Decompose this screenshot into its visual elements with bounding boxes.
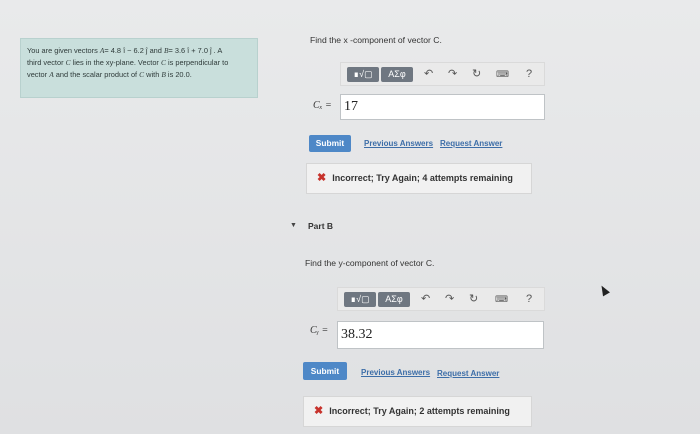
part-a-request-answer-link[interactable]: Request Answer	[440, 139, 502, 148]
page: You are given vectors A= 4.8 î − 6.2 ĵ a…	[0, 0, 700, 434]
problem-statement: You are given vectors A= 4.8 î − 6.2 ĵ a…	[20, 38, 258, 98]
part-a-submit-button[interactable]: Submit	[309, 135, 351, 152]
symbols-button[interactable]: ΑΣφ	[378, 292, 410, 307]
problem-text: vector	[27, 70, 50, 79]
problem-text: = 4.8 î − 6.2 ĵ and	[104, 46, 164, 55]
part-b-request-answer-link[interactable]: Request Answer	[437, 369, 499, 378]
incorrect-icon: ✖	[317, 172, 327, 184]
part-b-feedback: ✖ Incorrect; Try Again; 2 attempts remain…	[303, 396, 532, 427]
part-b-title: Part B	[308, 221, 334, 231]
redo-icon[interactable]: ↷	[445, 292, 454, 307]
part-a-previous-answers-link[interactable]: Previous Answers	[364, 139, 433, 148]
part-a-feedback: ✖ Incorrect; Try Again; 4 attempts remain…	[306, 163, 532, 194]
templates-button[interactable]: ∎√▢	[347, 67, 379, 82]
keyboard-icon[interactable]: ⌨	[495, 292, 508, 307]
problem-text: is 20.0.	[165, 70, 192, 79]
help-button[interactable]: ?	[526, 292, 532, 307]
part-a-math-toolbar: ∎√▢ ΑΣφ ↶ ↷ ↻ ⌨ ?	[340, 62, 545, 86]
undo-icon[interactable]: ↶	[424, 67, 433, 82]
templates-button[interactable]: ∎√▢	[344, 292, 376, 307]
part-b-feedback-text: Incorrect; Try Again; 2 attempts remaini…	[329, 406, 510, 416]
part-a-answer-input[interactable]: 17	[340, 94, 545, 120]
reset-icon[interactable]: ↻	[472, 67, 481, 82]
part-a-feedback-text: Incorrect; Try Again; 4 attempts remaini…	[332, 173, 513, 183]
help-button[interactable]: ?	[526, 67, 532, 82]
redo-icon[interactable]: ↷	[448, 67, 457, 82]
part-b-answer-label: Cᵧ =	[310, 325, 329, 336]
incorrect-icon: ✖	[314, 405, 324, 417]
problem-text: third vector	[27, 58, 66, 67]
part-b-submit-button[interactable]: Submit	[303, 362, 347, 380]
reset-icon[interactable]: ↻	[469, 292, 478, 307]
part-a-prompt: Find the x -component of vector C.	[310, 35, 442, 45]
part-b-math-toolbar: ∎√▢ ΑΣφ ↶ ↷ ↻ ⌨ ?	[337, 287, 545, 311]
part-b-previous-answers-link[interactable]: Previous Answers	[361, 368, 430, 377]
part-a-answer-label: Cₓ =	[313, 100, 332, 111]
problem-text: You are given vectors	[27, 46, 100, 55]
problem-text: and the scalar product of	[53, 70, 140, 79]
problem-text: lies in the xy-plane. Vector	[70, 58, 161, 67]
symbols-button[interactable]: ΑΣφ	[381, 67, 413, 82]
part-b-answer-input[interactable]: 38.32	[337, 321, 544, 349]
mouse-cursor-icon	[598, 283, 610, 297]
part-b-prompt: Find the y-component of vector C.	[305, 258, 435, 268]
problem-text: = 3.6 î + 7.0 ĵ . A	[168, 46, 223, 55]
problem-text: with	[144, 70, 162, 79]
collapse-caret-icon[interactable]: ▼	[290, 222, 297, 229]
keyboard-icon[interactable]: ⌨	[496, 67, 509, 82]
problem-text: is perpendicular to	[165, 58, 229, 67]
undo-icon[interactable]: ↶	[421, 292, 430, 307]
